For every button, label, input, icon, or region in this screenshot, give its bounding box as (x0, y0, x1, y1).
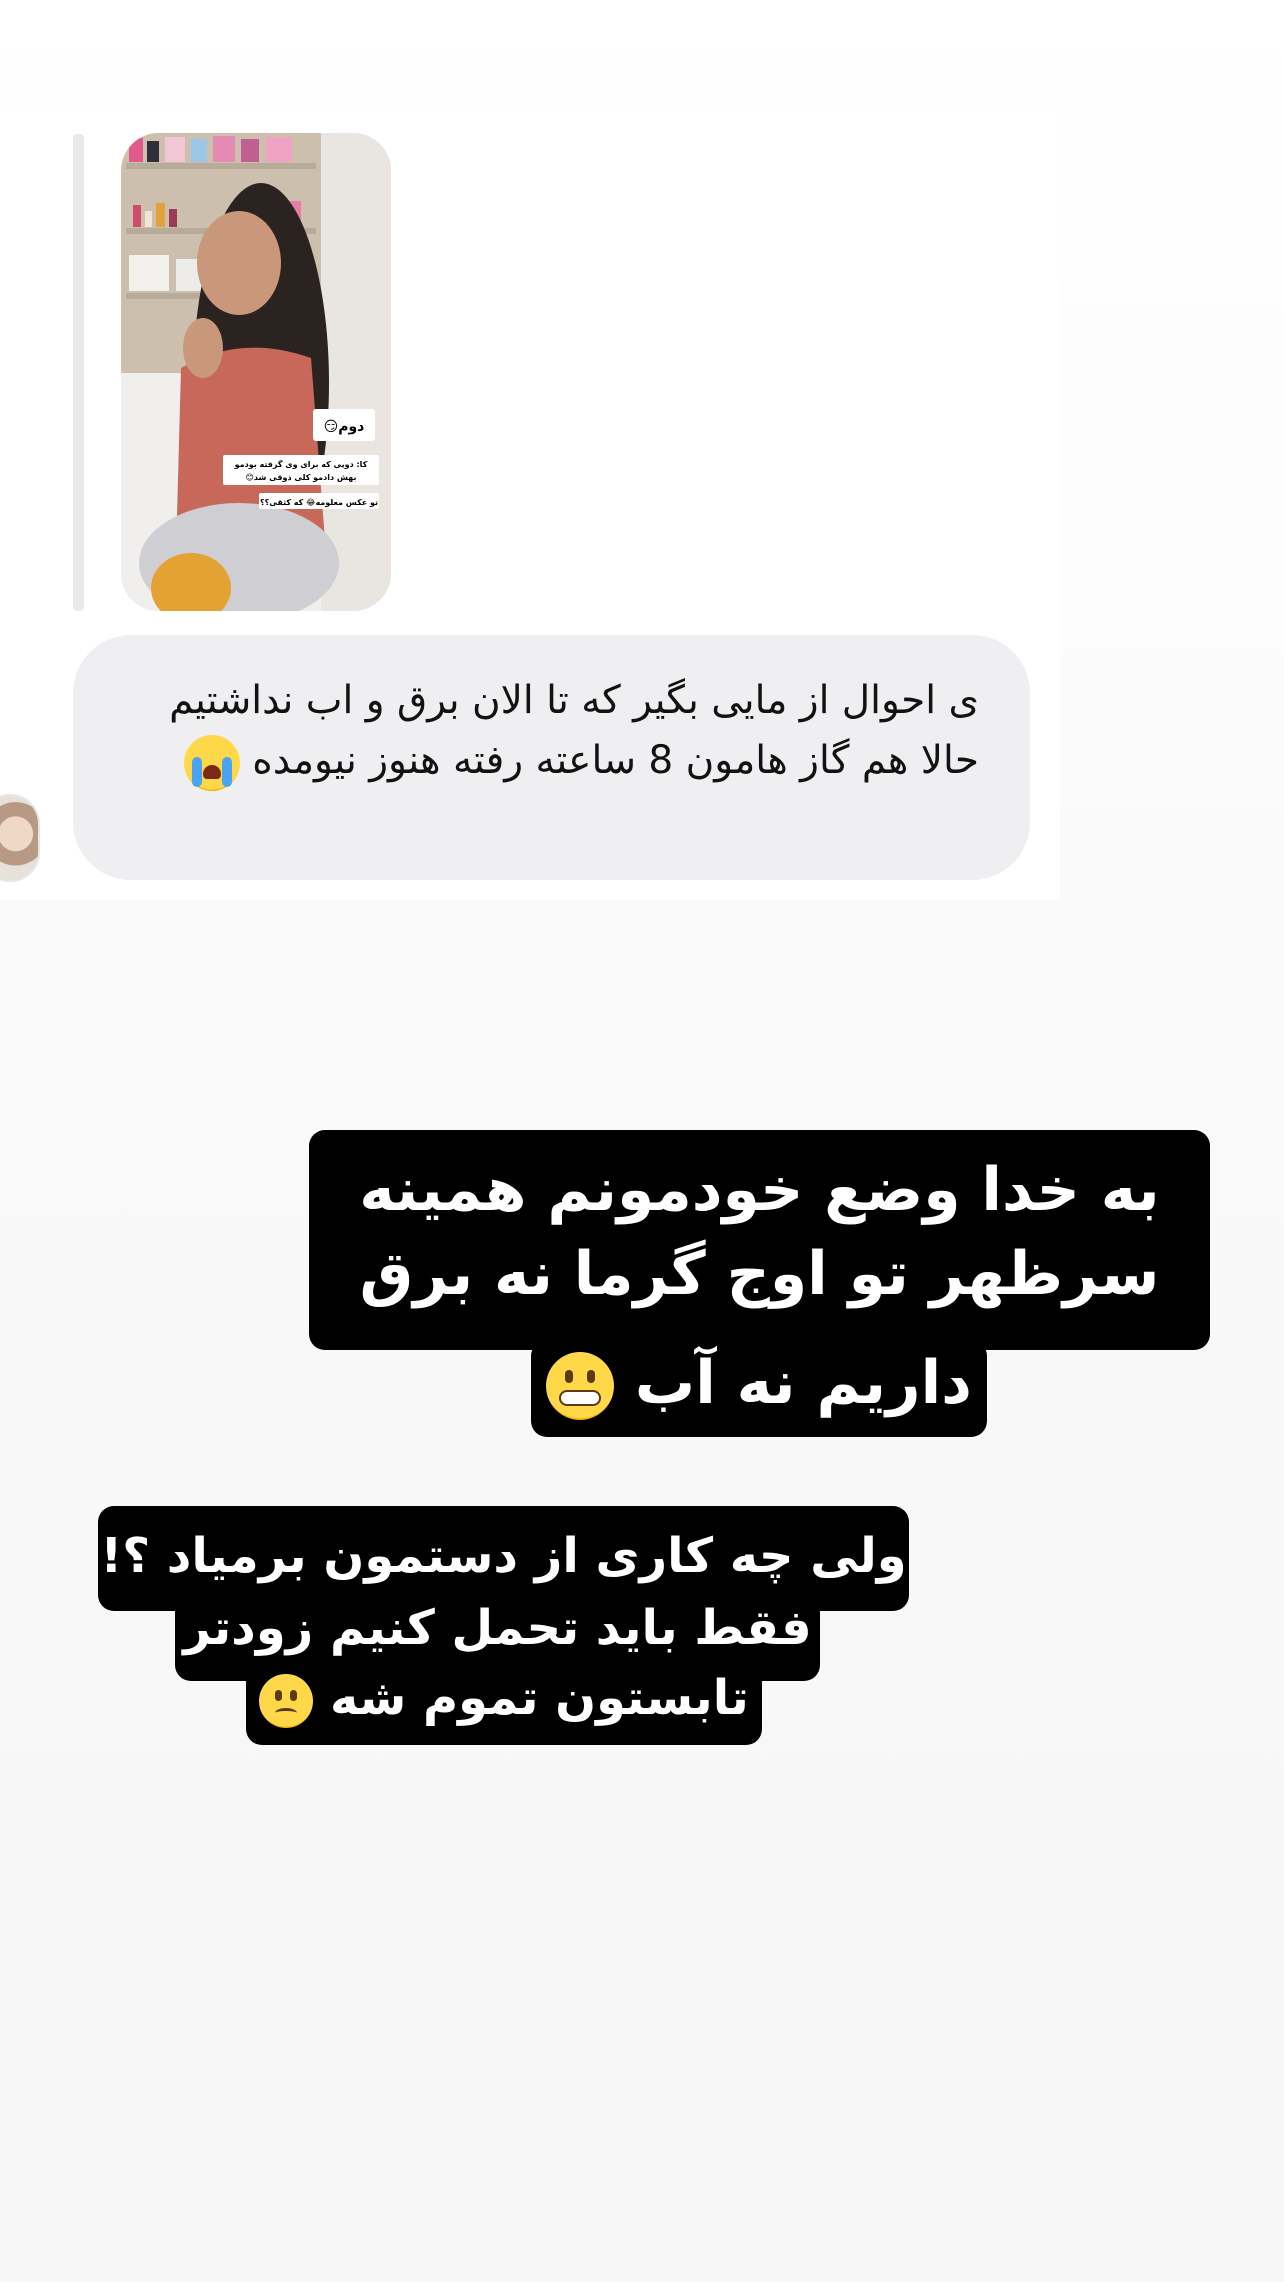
photo-caption-title: دوم😏 (324, 419, 365, 435)
story-block1-line1-text: به خدا وضع خودمونم همینه (359, 1155, 1160, 1225)
shared-photo-image: دوم😏 کا: دویی که برای وی گرفته بودمو بهش… (121, 133, 391, 611)
sender-avatar[interactable] (0, 794, 40, 882)
message-bubble[interactable]: ی احوال از مایی بگیر که تا الان برق و اب… (73, 635, 1030, 880)
message-text-wrap: ی احوال از مایی بگیر که تا الان برق و اب… (109, 671, 979, 791)
photo-caption-line1: کا: دویی که برای وی گرفته بودمو (234, 459, 368, 469)
story-block2-line3-text: تابستون تموم شه (329, 1670, 749, 1726)
reply-quote-bar (73, 134, 84, 611)
photo-caption-line3: تو عکس معلومه😂 که کثقی؟؟ (260, 498, 378, 508)
grimacing-face-emoji (546, 1352, 615, 1421)
slightly-frowning-face-emoji (259, 1674, 314, 1728)
story-block2-line3-wrap: تابستون تموم شه (246, 1660, 762, 1736)
shared-photo[interactable]: دوم😏 کا: دویی که برای وی گرفته بودمو بهش… (121, 133, 391, 611)
story-block1-line3-text: داریم نه آب (634, 1348, 972, 1418)
loudly-crying-face-emoji (183, 734, 240, 791)
photo-caption-line2: بهش دادمو کلی ذوقی شد😊 (246, 473, 357, 483)
story-block1-line2-text: سرظهر تو اوج گرما نه برق (359, 1239, 1160, 1309)
message-text: ی احوال از مایی بگیر که تا الان برق و اب… (169, 678, 979, 783)
story-block1-line3-wrap: داریم نه آب (531, 1338, 987, 1428)
story-block2-line2-text: فقط باید تحمل کنیم زودتر (183, 1600, 812, 1656)
story-block2-line1-text: ولی چه کاری از دستمون برمیاد ؟! (100, 1528, 907, 1584)
